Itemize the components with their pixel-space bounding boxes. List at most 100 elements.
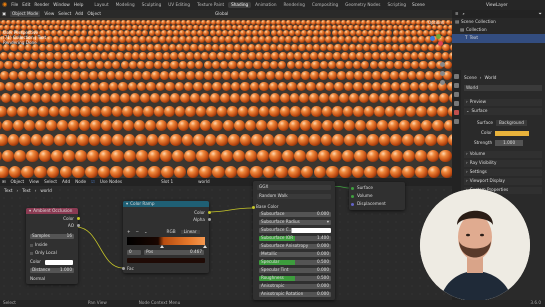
object-tab-icon[interactable] (454, 119, 459, 124)
blender-logo-icon[interactable]: ◉ (2, 2, 7, 8)
scene-selector[interactable]: Scene (412, 2, 425, 7)
section-volume[interactable]: › Volume (464, 151, 542, 158)
tab-modeling[interactable]: Modeling (113, 2, 138, 8)
anisotropic-rotation-field[interactable]: Anisotropic Rotation 0.000 (259, 292, 331, 297)
ramp-node-header[interactable]: ▾ Color Ramp (123, 201, 209, 207)
tab-geometry-nodes[interactable]: Geometry Nodes (342, 2, 383, 8)
only-local-checkbox-row[interactable]: Only Local (30, 250, 57, 255)
tab-layout[interactable]: Layout (91, 2, 111, 8)
editor-type-icon[interactable]: ⊞ (2, 179, 6, 184)
tab-texture-paint[interactable]: Texture Paint (194, 2, 227, 8)
menu-edit[interactable]: Edit (22, 2, 30, 7)
search-icon[interactable]: ⌕ (463, 11, 465, 16)
subsurface-color-field[interactable]: Subsurface C... (259, 228, 331, 233)
color-ramp-node[interactable]: ▾ Color Ramp Color Alpha + − ⌄ RGB Linea… (121, 201, 211, 273)
add-stop-icon[interactable]: + (127, 229, 131, 234)
inside-checkbox-row[interactable]: Inside (30, 242, 47, 247)
gizmo-z-axis[interactable] (430, 36, 435, 41)
specular-tint-field[interactable]: Specular Tint 0.000 (259, 268, 331, 273)
menu-file[interactable]: File (11, 2, 18, 7)
world-color-swatch[interactable] (494, 131, 529, 136)
surface-socket[interactable] (351, 187, 354, 190)
pan-icon[interactable] (440, 71, 445, 76)
ne-menu-node[interactable]: Node (75, 179, 86, 184)
ramp-alpha-socket[interactable] (207, 218, 211, 221)
slot-selector[interactable]: Slot 1 (161, 179, 173, 184)
stop-position-field[interactable]: Pos 0.467 (144, 250, 204, 255)
material-output-node[interactable]: Surface Volume Displacement (349, 182, 405, 210)
roughness-field[interactable]: Roughness 0.500 (259, 276, 331, 281)
displacement-socket[interactable] (351, 203, 354, 206)
tab-rendering[interactable]: Rendering (281, 2, 308, 8)
ne-menu-view[interactable]: View (29, 179, 39, 184)
color-swatch[interactable] (44, 260, 73, 265)
tab-sculpting[interactable]: Sculpting (139, 2, 165, 8)
world-datablock[interactable]: world (198, 179, 210, 184)
vp-menu-object[interactable]: Object (87, 11, 101, 16)
background-selector[interactable]: Background (495, 120, 527, 127)
section-settings[interactable]: › Settings (464, 169, 542, 176)
checkbox-icon[interactable] (30, 251, 33, 255)
ramp-interp-selector[interactable]: Linear (180, 229, 200, 235)
menu-render[interactable]: Render (34, 2, 49, 7)
subsurface-method-selector[interactable]: Random Walk (257, 194, 331, 199)
ramp-color-socket[interactable] (207, 211, 211, 214)
ramp-mode-selector[interactable]: RGB (167, 229, 176, 234)
subsurface-radius-field[interactable]: Subsurface Radius ▾ (259, 220, 331, 225)
subsurface-anisotropy-field[interactable]: Subsurface Anisotropy 0.000 (259, 244, 331, 249)
section-surface[interactable]: ⌄ Surface (464, 108, 542, 115)
remove-stop-icon[interactable]: − (136, 229, 140, 234)
zoom-icon[interactable] (440, 62, 445, 67)
ramp-stop-handle-left[interactable] (160, 245, 164, 248)
tool-tab-icon[interactable] (454, 74, 459, 79)
collapse-icon[interactable]: ▾ (29, 208, 31, 213)
ao-color-input[interactable]: Color (30, 260, 73, 265)
stop-color-swatch[interactable] (127, 258, 205, 263)
samples-field[interactable]: Samples 16 (30, 234, 74, 239)
section-preview[interactable]: › Preview (464, 99, 542, 106)
viewport-options[interactable]: Options (428, 20, 444, 25)
tab-animation[interactable]: Animation (252, 2, 279, 8)
gizmo-x-axis[interactable] (438, 41, 443, 46)
camera-icon[interactable] (440, 80, 445, 85)
outliner-type-icon[interactable]: ≡ (455, 11, 459, 16)
distance-field[interactable]: Distance 1.000 (30, 268, 74, 273)
tab-uv-editing[interactable]: UV Editing (165, 2, 193, 8)
cursor-icon[interactable]: ▣ (2, 11, 6, 16)
ao-color-socket[interactable] (76, 217, 80, 220)
render-tab-icon[interactable] (454, 83, 459, 88)
base-color-socket[interactable] (251, 206, 255, 209)
section-ray-visibility[interactable]: › Ray Visibility (464, 160, 542, 167)
subsurface-field[interactable]: Subsurface 0.000 (259, 212, 331, 217)
distribution-selector[interactable]: GGX (257, 185, 331, 190)
outliner-item-collection[interactable]: ▤ Collection (452, 26, 545, 34)
use-nodes-checkbox[interactable]: ☑ (91, 179, 95, 184)
stop-index-field[interactable]: 0 (127, 250, 141, 255)
ne-menu-select[interactable]: Select (44, 179, 57, 184)
checkbox-icon[interactable] (30, 243, 33, 247)
outliner-item-scene-collection[interactable]: ▤ Scene Collection (452, 18, 545, 26)
volume-socket[interactable] (351, 195, 354, 198)
orientation-selector[interactable]: Global (215, 11, 228, 16)
3d-viewport[interactable] (0, 10, 452, 178)
ao-node-header[interactable]: ▾ Ambient Occlusion (26, 208, 78, 214)
tab-shading[interactable]: Shading (228, 1, 252, 9)
metallic-field[interactable]: Metallic 0.000 (259, 252, 331, 257)
tab-scripting[interactable]: Scripting (384, 2, 409, 8)
ne-menu-add[interactable]: Add (62, 179, 70, 184)
vp-menu-add[interactable]: Add (75, 11, 83, 16)
ramp-fac-socket[interactable] (121, 267, 125, 270)
section-viewport-display[interactable]: › Viewport Display (464, 178, 542, 185)
vp-menu-view[interactable]: View (44, 11, 54, 16)
anisotropic-field[interactable]: Anisotropic 0.000 (259, 284, 331, 289)
shader-type-selector[interactable]: Object (11, 179, 25, 184)
color-ramp-gradient[interactable] (127, 237, 205, 245)
mode-selector[interactable]: Object Mode (9, 10, 41, 18)
filter-icon[interactable]: ⏷ (539, 11, 542, 16)
menu-window[interactable]: Window (53, 2, 70, 7)
world-datablock-field[interactable]: World (464, 85, 542, 91)
ao-ao-socket[interactable] (76, 224, 80, 227)
output-tab-icon[interactable] (454, 92, 459, 97)
outliner-item-text[interactable]: T Text (452, 34, 545, 43)
viewlayer-selector[interactable]: ViewLayer (486, 2, 508, 7)
